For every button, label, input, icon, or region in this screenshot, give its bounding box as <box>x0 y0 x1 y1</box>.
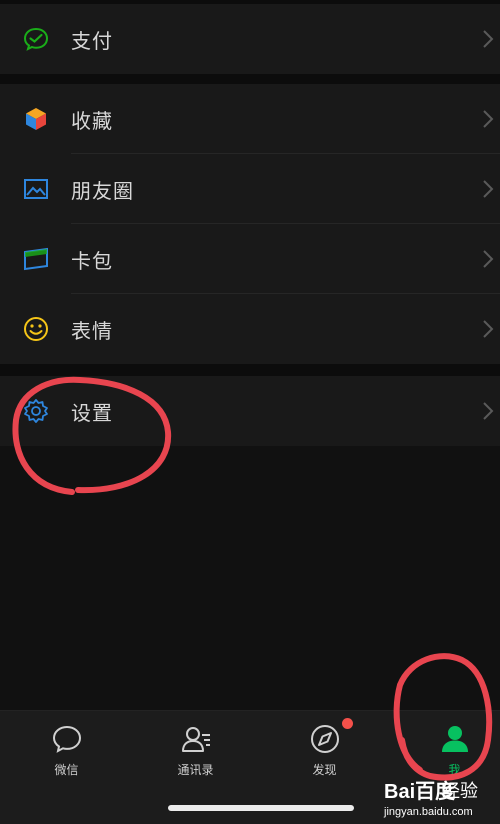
menu-item-pay[interactable]: 支付 <box>0 4 500 74</box>
tab-label: 微信 <box>54 763 79 777</box>
tab-label: 发现 <box>312 763 337 777</box>
menu-item-label: 卡包 <box>71 248 113 273</box>
chevron-right-icon <box>483 180 494 198</box>
home-indicator[interactable] <box>168 805 354 811</box>
gear-icon <box>24 399 48 423</box>
card-icon <box>24 247 48 271</box>
image-icon <box>24 179 48 199</box>
menu-item-label: 设置 <box>71 400 113 425</box>
menu-item-settings[interactable]: 设置 <box>0 376 500 446</box>
cube-icon <box>26 108 46 130</box>
tab-chats[interactable]: 微信 <box>4 711 129 791</box>
chat-bubble-icon <box>52 725 82 753</box>
notification-badge <box>342 718 353 729</box>
person-icon <box>442 726 468 752</box>
section-gap <box>0 364 500 376</box>
contacts-icon <box>182 727 210 752</box>
tab-discover[interactable]: 发现 <box>262 711 387 791</box>
watermark-url: jingyan.baidu.com <box>384 806 473 818</box>
menu-item-stickers[interactable]: 表情 <box>0 294 500 364</box>
chevron-right-icon <box>483 30 494 48</box>
menu-item-label: 表情 <box>71 318 113 343</box>
section-gap <box>0 74 500 84</box>
menu-item-label: 收藏 <box>71 108 113 133</box>
menu-item-favorites[interactable]: 收藏 <box>0 84 500 154</box>
tab-contacts[interactable]: 通讯录 <box>133 711 258 791</box>
chevron-right-icon <box>483 320 494 338</box>
compass-icon <box>311 725 339 753</box>
chevron-right-icon <box>483 110 494 128</box>
baidu-jingyan-watermark: Bai百度 经验 jingyan.baidu.com <box>382 775 498 823</box>
menu-item-label: 支付 <box>71 28 113 53</box>
smile-icon <box>24 317 48 341</box>
wechat-pay-icon <box>23 27 49 51</box>
chevron-right-icon <box>483 402 494 420</box>
menu-item-label: 朋友圈 <box>71 178 134 203</box>
menu-item-moments[interactable]: 朋友圈 <box>0 154 500 224</box>
chevron-right-icon <box>483 250 494 268</box>
menu-item-cards[interactable]: 卡包 <box>0 224 500 294</box>
tab-label: 通讯录 <box>177 763 214 777</box>
watermark-logo-text: 经验 <box>442 781 478 802</box>
